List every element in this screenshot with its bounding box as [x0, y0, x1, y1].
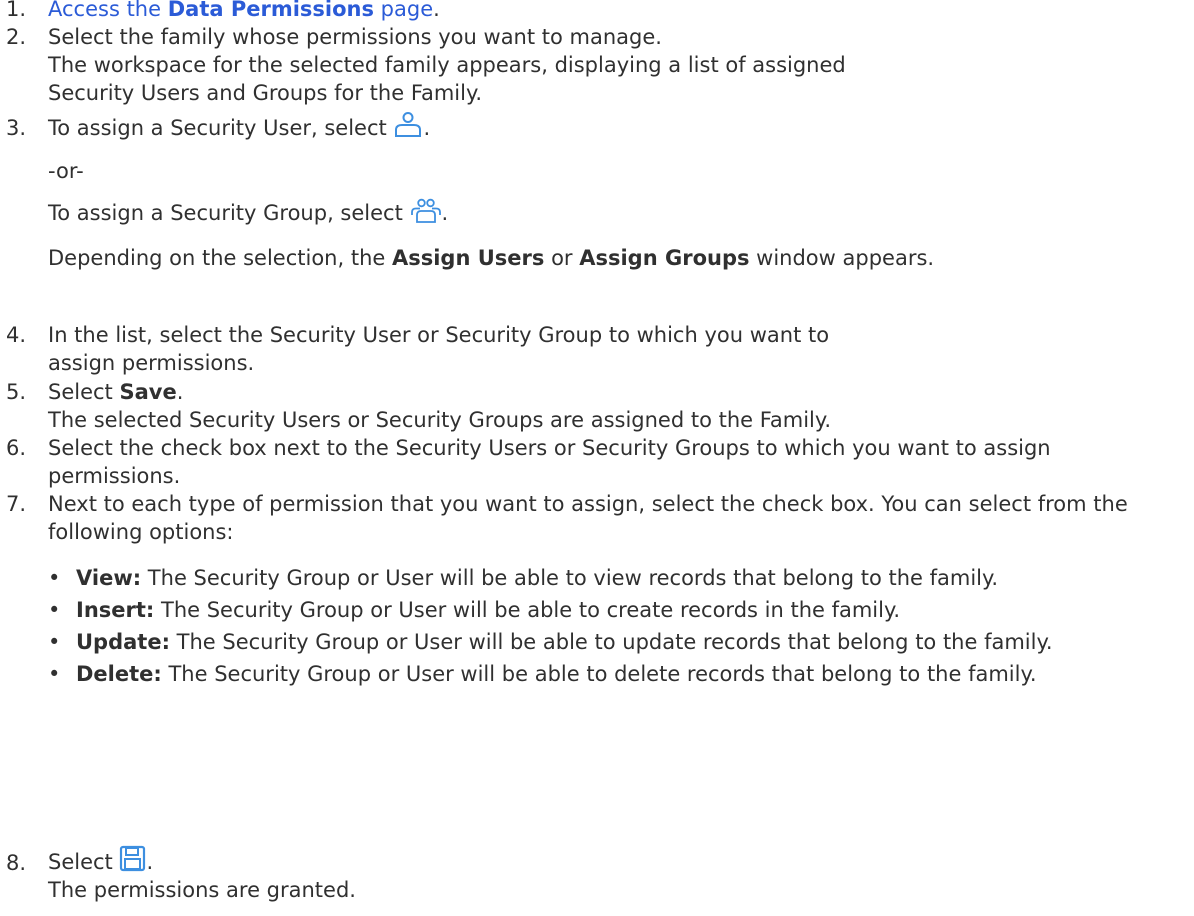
data-permissions-link[interactable]: Access the Data Permissions page	[48, 0, 433, 21]
option-label: Delete:	[76, 662, 162, 686]
assign-user-instruction: To assign a Security User, select .	[48, 108, 1148, 151]
permission-options-list: • View: The Security Group or User will …	[34, 564, 1194, 688]
step-text: Next to each type of permission that you…	[48, 492, 1128, 544]
save-label: Save	[119, 380, 177, 404]
step-result: The workspace for the selected family ap…	[48, 53, 846, 105]
step-number: 1.	[5, 0, 26, 21]
step-number: 2.	[5, 25, 26, 49]
option-description: The Security Group or User will be able …	[141, 566, 999, 590]
option-label: View:	[76, 566, 142, 590]
add-group-icon[interactable]	[410, 196, 442, 236]
step-number: 3.	[5, 116, 26, 140]
permission-options: • View: The Security Group or User will …	[0, 564, 1194, 688]
step-text: Select the family whose permissions you …	[48, 25, 662, 49]
step-1: 1. Access the Data Permissions page.	[0, 0, 440, 23]
assign-group-instruction: To assign a Security Group, select .	[48, 193, 1148, 236]
option-description: The Security Group or User will be able …	[161, 662, 1037, 686]
step-number: 7.	[5, 492, 26, 516]
step-result: Depending on the selection, the Assign U…	[48, 246, 935, 270]
step-number: 6.	[5, 436, 26, 460]
permission-option-insert: • Insert: The Security Group or User wil…	[48, 598, 901, 622]
option-label: Insert:	[76, 598, 155, 622]
step-8: 8. Select . The permissions are granted.	[0, 845, 1148, 904]
step-7: 7. Next to each type of permission that …	[0, 490, 1148, 546]
step-4: 4. In the list, select the Security User…	[0, 321, 848, 377]
step-text: In the list, select the Security User or…	[48, 323, 830, 375]
step-6: 6. Select the check box next to the Secu…	[0, 434, 1148, 490]
step-number: 4.	[5, 323, 26, 347]
step-5: 5. Select Save. The selected Security Us…	[0, 378, 1148, 434]
permission-option-view: • View: The Security Group or User will …	[48, 566, 999, 590]
step-number: 8.	[5, 851, 26, 875]
option-description: The Security Group or User will be able …	[169, 630, 1053, 654]
step-3: 3. To assign a Security User, select . -…	[0, 108, 1148, 272]
add-user-icon[interactable]	[393, 111, 423, 151]
step-2: 2. Select the family whose permissions y…	[0, 23, 888, 107]
option-label: Update:	[76, 630, 170, 654]
permission-option-delete: • Delete: The Security Group or User wil…	[48, 662, 1037, 686]
permission-option-update: • Update: The Security Group or User wil…	[48, 630, 1053, 654]
or-separator: -or-	[48, 159, 84, 183]
step-number: 5.	[5, 380, 26, 404]
option-description: The Security Group or User will be able …	[154, 598, 901, 622]
step-text: Select the check box next to the Securit…	[48, 436, 1051, 488]
step-text: Select Save.	[48, 380, 184, 404]
data-permissions-link-bold: Data Permissions	[167, 0, 374, 21]
step-result: The permissions are granted.	[48, 878, 356, 902]
step-result: The selected Security Users or Security …	[48, 408, 831, 432]
